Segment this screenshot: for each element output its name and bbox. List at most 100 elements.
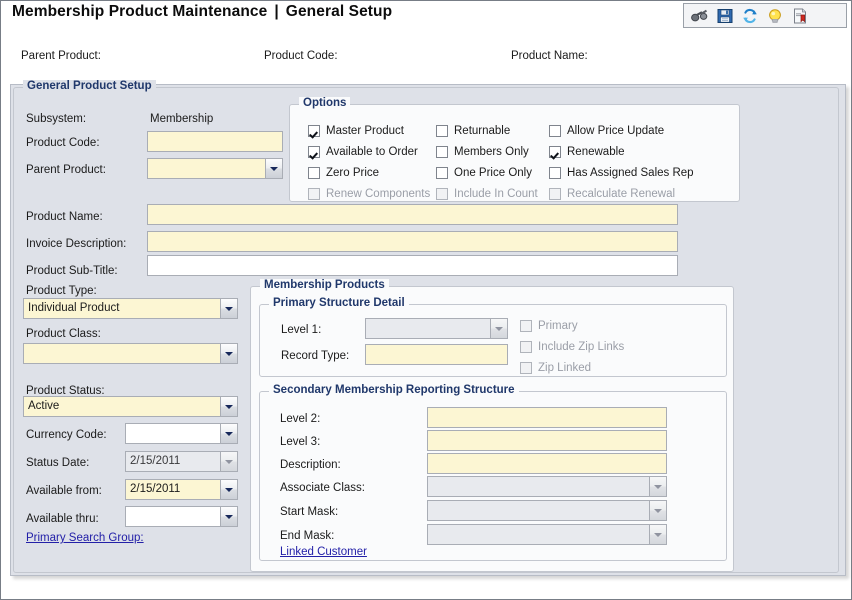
currency-code-combo[interactable] — [125, 423, 238, 444]
description-input[interactable] — [427, 453, 667, 474]
checkbox-label: Members Only — [454, 146, 529, 158]
page-title-separator: | — [267, 3, 285, 20]
parent-product-value — [148, 159, 265, 178]
available-thru-combo[interactable] — [125, 506, 238, 527]
subsystem-label: Subsystem: — [26, 112, 86, 126]
checkbox-box[interactable] — [549, 146, 561, 158]
chevron-down-icon[interactable] — [220, 299, 237, 318]
checkbox-label: Primary — [538, 320, 578, 332]
chevron-down-icon[interactable] — [220, 507, 237, 526]
refresh-icon[interactable] — [738, 5, 761, 26]
record-type-input[interactable] — [365, 344, 508, 365]
chevron-down-icon[interactable] — [220, 480, 237, 499]
invoice-description-label: Invoice Description: — [26, 237, 126, 251]
chevron-down-icon — [649, 477, 666, 496]
checkbox-box — [436, 188, 448, 200]
available-from-combo[interactable]: 2/15/2011 — [125, 479, 238, 500]
checkbox-box[interactable] — [549, 125, 561, 137]
checkbox-recalculate-renewal: Recalculate Renewal — [549, 188, 675, 200]
primary-search-group-link[interactable]: Primary Search Group: — [26, 532, 144, 544]
currency-code-value — [126, 424, 220, 443]
start-mask-combo — [427, 500, 667, 521]
checkbox-box[interactable] — [436, 125, 448, 137]
status-date-label: Status Date: — [26, 456, 89, 470]
checkbox-renewable[interactable]: Renewable — [549, 146, 625, 158]
chevron-down-icon[interactable] — [220, 344, 237, 363]
available-thru-label: Available thru: — [26, 512, 99, 526]
product-code-input[interactable] — [147, 131, 283, 152]
level2-input[interactable] — [427, 407, 667, 428]
checkbox-box[interactable] — [549, 167, 561, 179]
binoculars-icon[interactable] — [688, 5, 711, 26]
checkbox-label: Returnable — [454, 125, 510, 137]
product-status-value: Active — [24, 397, 220, 416]
parent-product-combo[interactable] — [147, 158, 283, 179]
parent-product-label: Parent Product: — [26, 163, 106, 177]
level3-input[interactable] — [427, 430, 667, 451]
associate-class-value — [428, 477, 649, 496]
chevron-down-icon[interactable] — [220, 424, 237, 443]
page-title-main: Membership Product Maintenance — [12, 3, 267, 20]
product-type-combo[interactable]: Individual Product — [23, 298, 238, 319]
checkbox-include-in-count: Include In Count — [436, 188, 538, 200]
product-code-label: Product Code: — [26, 136, 100, 150]
available-from-label: Available from: — [26, 484, 102, 498]
toolbar — [683, 3, 847, 28]
product-status-combo[interactable]: Active — [23, 396, 238, 417]
end-mask-label: End Mask: — [280, 529, 334, 543]
lightbulb-icon[interactable] — [763, 5, 786, 26]
checkbox-allow-price-update[interactable]: Allow Price Update — [549, 125, 664, 137]
level3-label: Level 3: — [280, 435, 320, 449]
checkbox-one-price-only[interactable]: One Price Only — [436, 167, 532, 179]
checkbox-label: Allow Price Update — [567, 125, 664, 137]
checkbox-box[interactable] — [308, 146, 320, 158]
associate-class-combo — [427, 476, 667, 497]
currency-code-label: Currency Code: — [26, 428, 107, 442]
checkbox-renew-components: Renew Components — [308, 188, 430, 200]
product-name-input[interactable] — [147, 204, 678, 225]
checkbox-zero-price[interactable]: Zero Price — [308, 167, 379, 179]
header-product-code-label: Product Code: — [264, 50, 338, 62]
checkbox-returnable[interactable]: Returnable — [436, 125, 510, 137]
checkbox-label: Recalculate Renewal — [567, 188, 675, 200]
linked-customer-link[interactable]: Linked Customer — [280, 546, 367, 558]
checkbox-label: Master Product — [326, 125, 404, 137]
group-primary-structure-detail-legend: Primary Structure Detail — [269, 297, 409, 309]
product-name-label: Product Name: — [26, 210, 103, 224]
group-primary-structure-detail: Primary Structure Detail Level 1: Record… — [259, 304, 727, 377]
description-label: Description: — [280, 458, 341, 472]
product-class-label: Product Class: — [26, 327, 101, 341]
checkbox-available-to-order[interactable]: Available to Order — [308, 146, 418, 158]
checkbox-label: Renew Components — [326, 188, 430, 200]
application-window: Membership Product Maintenance|General S… — [0, 0, 852, 600]
checkbox-master-product[interactable]: Master Product — [308, 125, 404, 137]
checkbox-box[interactable] — [436, 146, 448, 158]
checkbox-box[interactable] — [436, 167, 448, 179]
product-class-combo[interactable] — [23, 343, 238, 364]
checkbox-label: Zip Linked — [538, 362, 591, 374]
report-icon[interactable] — [788, 5, 811, 26]
checkbox-primary: Primary — [520, 320, 578, 332]
checkbox-label: Available to Order — [326, 146, 418, 158]
header-product-name-label: Product Name: — [511, 50, 588, 62]
available-from-value: 2/15/2011 — [126, 480, 220, 499]
start-mask-label: Start Mask: — [280, 505, 338, 519]
group-general-product-setup-legend: General Product Setup — [23, 80, 156, 92]
invoice-description-input[interactable] — [147, 231, 678, 252]
checkbox-has-assigned-sales-rep[interactable]: Has Assigned Sales Rep — [549, 167, 694, 179]
chevron-down-icon[interactable] — [220, 397, 237, 416]
save-icon[interactable] — [713, 5, 736, 26]
product-type-label: Product Type: — [26, 284, 97, 298]
checkbox-box — [308, 188, 320, 200]
chevron-down-icon[interactable] — [265, 159, 282, 178]
group-membership-products: Membership Products Primary Structure De… — [250, 286, 734, 572]
product-subtitle-label: Product Sub-Title: — [26, 264, 118, 278]
product-subtitle-input[interactable] — [147, 255, 678, 276]
checkbox-members-only[interactable]: Members Only — [436, 146, 529, 158]
checkbox-box[interactable] — [308, 167, 320, 179]
checkbox-box[interactable] — [308, 125, 320, 137]
group-membership-products-legend: Membership Products — [260, 279, 389, 291]
header-parent-product-label: Parent Product: — [21, 50, 101, 62]
checkbox-zip-linked: Zip Linked — [520, 362, 591, 374]
level1-value — [366, 319, 490, 338]
